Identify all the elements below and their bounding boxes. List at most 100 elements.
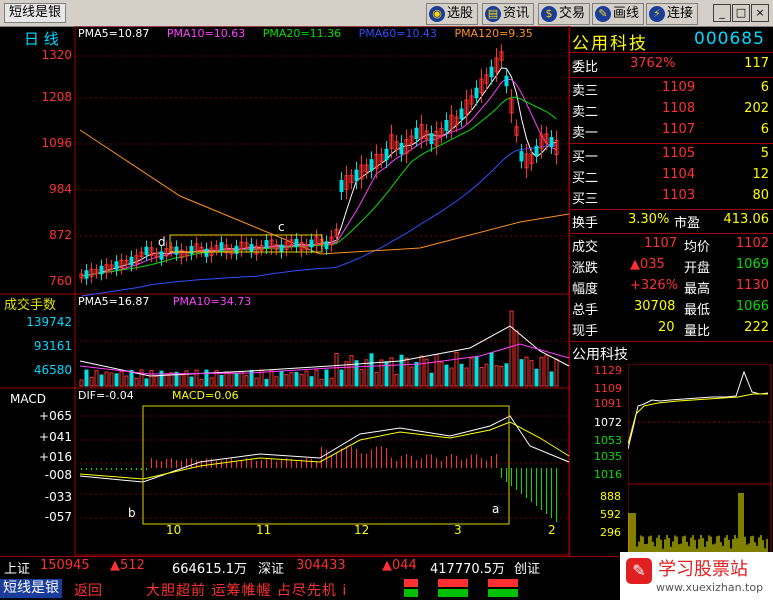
volume-bar xyxy=(89,376,94,387)
watermark-url: www.xuexizhan.top xyxy=(656,581,764,594)
app-title[interactable]: 短线是银 xyxy=(4,3,67,23)
connect-button[interactable]: ⚡ 连接 xyxy=(646,3,699,25)
vol-ma10-label: PMA10=34.73 xyxy=(172,295,252,308)
app-tag[interactable]: 短线是银 xyxy=(0,579,62,598)
dif-value: DIF=-0.04 xyxy=(78,389,134,402)
volume-ma10-line xyxy=(79,343,570,375)
macd-tick: -033 xyxy=(44,490,72,504)
ma5-label: PMA5=10.87 xyxy=(78,27,150,40)
candle xyxy=(144,246,149,256)
volume-bar xyxy=(359,368,364,387)
volume-bar xyxy=(144,378,149,387)
candle xyxy=(204,248,209,257)
volume-bar xyxy=(349,355,354,387)
bid-row[interactable]: 买二 1104 12 xyxy=(570,167,773,188)
volume-bar xyxy=(429,372,434,387)
sz-change: ▲044 xyxy=(382,558,417,573)
volume-legend: PMA5=16.87 PMA10=34.73 xyxy=(78,295,251,308)
dif-line xyxy=(79,415,570,483)
annotation-d: d xyxy=(158,235,166,249)
macd-tick: +041 xyxy=(39,430,72,444)
mini-chart-title: 公用科技 xyxy=(572,347,628,363)
divider xyxy=(570,52,773,53)
stat-row: 换手 3.30% 市盈 413.06 xyxy=(572,212,769,231)
volume-bar xyxy=(294,372,299,387)
bid-row[interactable]: 买三 1103 80 xyxy=(570,188,773,209)
candle xyxy=(459,108,464,120)
candle xyxy=(219,242,224,251)
volume-bar xyxy=(274,376,279,387)
candle xyxy=(354,169,359,182)
volume-bar xyxy=(449,367,454,387)
stat-row: 现手 20 量比 222 xyxy=(572,320,769,339)
ma120-label: PMA120=9.35 xyxy=(454,27,533,40)
volume-bar xyxy=(464,367,469,387)
watermark: ✎ 学习股票站 www.xuexizhan.top xyxy=(620,552,773,600)
volume-bar xyxy=(204,369,209,387)
period-label[interactable]: 日 线 xyxy=(24,28,59,49)
volume-bar xyxy=(484,363,489,387)
volume-bar xyxy=(469,357,474,387)
candle xyxy=(249,244,254,253)
close-button[interactable]: × xyxy=(751,4,769,22)
volume-bar xyxy=(94,370,99,387)
pick-stock-button[interactable]: ◉ 选股 xyxy=(426,3,479,25)
back-link[interactable]: 返回 xyxy=(74,580,102,600)
volume-bar xyxy=(219,374,224,387)
volume-bar xyxy=(454,351,459,387)
candle xyxy=(534,145,539,156)
volume-bar xyxy=(319,378,324,387)
divider xyxy=(570,233,773,234)
ma60-label: PMA60=10.43 xyxy=(358,27,437,40)
volume-bar xyxy=(284,373,289,387)
chart-canvas[interactable] xyxy=(0,26,570,556)
draw-line-button[interactable]: ✎ 画线 xyxy=(592,3,645,25)
candle xyxy=(399,142,404,155)
sz-amount: 417770.5万 xyxy=(430,562,506,577)
volume-bar xyxy=(549,371,554,387)
volume-tick: 139742 xyxy=(26,315,72,329)
volume-bar xyxy=(394,373,399,387)
news-button[interactable]: ▤ 资讯 xyxy=(482,3,535,25)
maximize-button[interactable]: □ xyxy=(732,4,750,22)
ma-legend: PMA5=10.87 PMA10=10.63 PMA20=11.36 PMA60… xyxy=(78,27,533,40)
ask-row[interactable]: 卖三 1109 6 xyxy=(570,80,773,101)
volume-bar xyxy=(544,354,549,387)
volume-bar xyxy=(489,352,494,387)
trade-button[interactable]: $ 交易 xyxy=(538,3,591,25)
ticker-text: 大胆超前 运筹帷幄 占尽先机 ⅰ xyxy=(146,583,348,599)
volume-bar xyxy=(509,310,514,387)
minimize-button[interactable]: _ xyxy=(713,4,731,22)
title-bar: 短线是银 ◉ 选股 ▤ 资讯 $ 交易 ✎ 画线 ⚡ 连接 _ □ × xyxy=(0,0,773,27)
ma20-label: PMA20=11.36 xyxy=(262,27,342,40)
candle xyxy=(129,256,134,266)
macd-tick: +065 xyxy=(39,409,72,423)
volume-bar xyxy=(459,363,464,387)
macd-value: MACD=0.06 xyxy=(172,389,239,402)
ask-row[interactable]: 卖二 1108 202 xyxy=(570,101,773,122)
candle xyxy=(474,87,479,99)
volume-bar xyxy=(434,354,439,387)
bid-row[interactable]: 买一 1105 5 xyxy=(570,146,773,167)
volume-bar xyxy=(149,369,154,387)
price-tick: 872 xyxy=(49,228,72,242)
ma120-line xyxy=(79,129,570,255)
annotation-a: a xyxy=(492,502,500,516)
ma-line xyxy=(81,67,557,277)
volume-bar xyxy=(134,378,139,387)
candle xyxy=(369,159,374,171)
volume-bar xyxy=(439,361,444,387)
mini-intraday-chart[interactable] xyxy=(628,364,772,554)
ask-row[interactable]: 卖一 1107 6 xyxy=(570,122,773,143)
macd-title: MACD xyxy=(10,392,46,406)
volume-title: 成交手数 xyxy=(4,298,57,313)
volume-bar xyxy=(109,372,114,387)
date-tick: 3 xyxy=(454,523,462,537)
candle xyxy=(489,66,494,78)
connect-icon: ⚡ xyxy=(649,6,665,22)
volume-bar xyxy=(99,374,104,387)
date-tick: 2 xyxy=(548,523,556,537)
candle xyxy=(264,240,269,249)
weibi-row: 委比 3762% 117 xyxy=(572,56,769,75)
volume-bar xyxy=(189,376,194,387)
